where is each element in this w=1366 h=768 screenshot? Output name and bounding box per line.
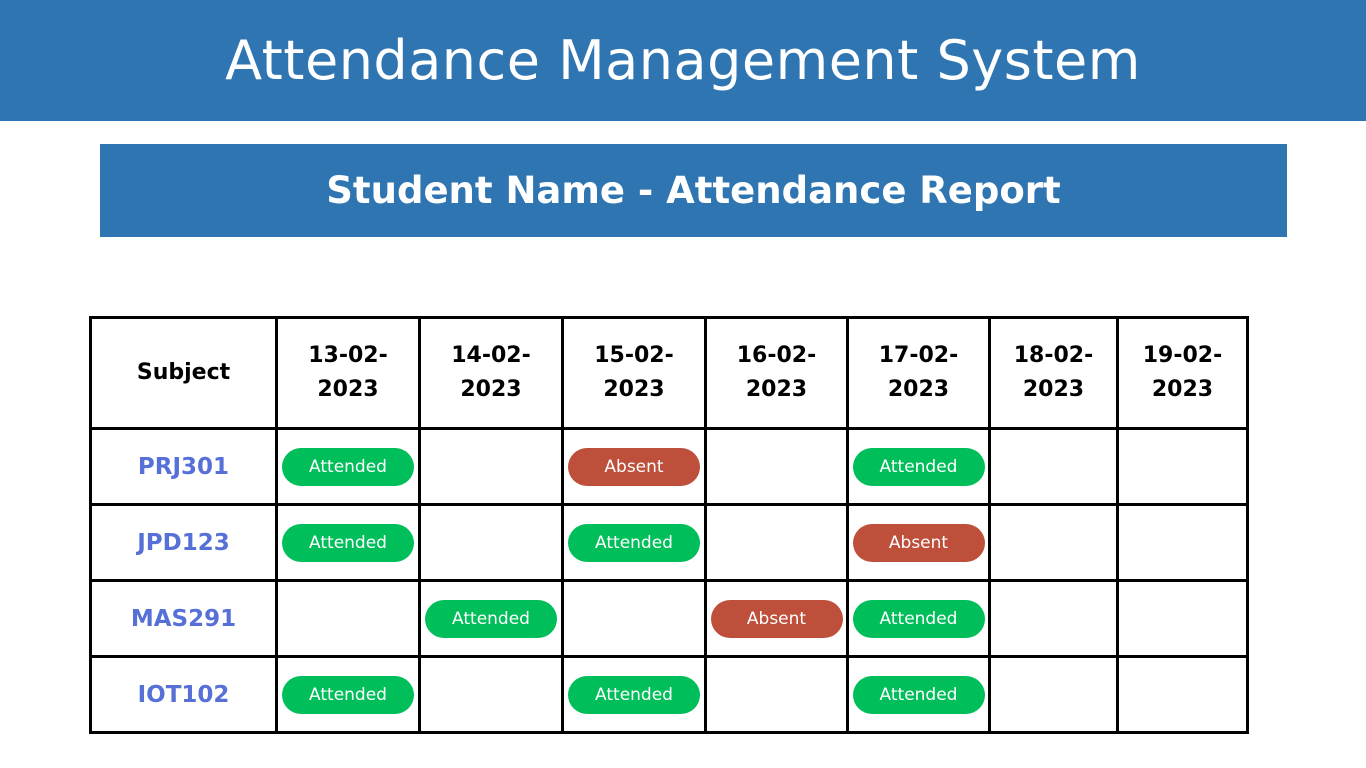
attendance-cell bbox=[988, 503, 1119, 582]
attendance-table: Subject 13-02-2023 14-02-2023 15-02-2023… bbox=[89, 316, 1249, 734]
attended-badge: Attended bbox=[852, 675, 985, 714]
date-column-header: 17-02-2023 bbox=[846, 316, 991, 430]
date-label: 14-02-2023 bbox=[451, 343, 531, 402]
app-header: Attendance Management System bbox=[0, 0, 1366, 121]
table-body: PRJ301 Attended Absent Attended JPD123 Attend… bbox=[89, 427, 1249, 734]
table-row: PRJ301 Attended Absent Attended bbox=[89, 427, 1249, 506]
attendance-cell: Absent bbox=[704, 579, 849, 658]
attended-badge: Attended bbox=[282, 523, 414, 562]
table-row: JPD123 Attended Attended Absent bbox=[89, 503, 1249, 582]
attendance-cell: Attended bbox=[275, 503, 421, 582]
attendance-cell bbox=[704, 427, 849, 506]
report-title: Student Name - Attendance Report bbox=[326, 169, 1061, 212]
attended-badge: Attended bbox=[282, 447, 414, 486]
attendance-cell: Attended bbox=[561, 655, 707, 734]
attendance-cell: Attended bbox=[275, 655, 421, 734]
date-column-header: 15-02-2023 bbox=[561, 316, 707, 430]
absent-badge: Absent bbox=[568, 447, 700, 486]
subject-column-header: Subject bbox=[89, 316, 278, 430]
attendance-cell bbox=[1116, 655, 1249, 734]
attendance-cell: Attended bbox=[846, 579, 991, 658]
attendance-cell: Attended bbox=[275, 427, 421, 506]
attendance-cell bbox=[561, 579, 707, 658]
subject-cell: MAS291 bbox=[89, 579, 278, 658]
date-label: 17-02-2023 bbox=[878, 343, 959, 402]
attendance-cell: Attended bbox=[561, 503, 707, 582]
date-label: 18-02-2023 bbox=[1013, 343, 1094, 402]
table-header-row: Subject 13-02-2023 14-02-2023 15-02-2023… bbox=[89, 316, 1249, 430]
attended-badge: Attended bbox=[282, 675, 414, 714]
date-label: 15-02-2023 bbox=[594, 343, 674, 402]
subject-cell: IOT102 bbox=[89, 655, 278, 734]
attendance-cell: Absent bbox=[561, 427, 707, 506]
attendance-cell bbox=[275, 579, 421, 658]
attendance-cell bbox=[1116, 503, 1249, 582]
attended-badge: Attended bbox=[852, 447, 985, 486]
attendance-cell bbox=[1116, 579, 1249, 658]
attendance-cell: Absent bbox=[846, 503, 991, 582]
subject-cell: PRJ301 bbox=[89, 427, 278, 506]
attendance-cell bbox=[988, 655, 1119, 734]
date-label: 19-02-2023 bbox=[1142, 343, 1223, 402]
attended-badge: Attended bbox=[425, 599, 557, 638]
attendance-cell bbox=[704, 503, 849, 582]
date-label: 13-02-2023 bbox=[308, 343, 388, 402]
attendance-cell bbox=[988, 579, 1119, 658]
attendance-cell bbox=[418, 655, 564, 734]
date-column-header: 18-02-2023 bbox=[988, 316, 1119, 430]
table-row: MAS291 Attended Absent Attended bbox=[89, 579, 1249, 658]
subject-cell: JPD123 bbox=[89, 503, 278, 582]
attended-badge: Attended bbox=[852, 599, 985, 638]
date-label: 16-02-2023 bbox=[736, 343, 817, 402]
attendance-cell: Attended bbox=[418, 579, 564, 658]
attended-badge: Attended bbox=[568, 523, 700, 562]
attendance-cell bbox=[1116, 427, 1249, 506]
report-banner: Student Name - Attendance Report bbox=[100, 144, 1287, 237]
absent-badge: Absent bbox=[852, 523, 985, 562]
date-column-header: 19-02-2023 bbox=[1116, 316, 1249, 430]
attendance-cell: Attended bbox=[846, 427, 991, 506]
date-column-header: 14-02-2023 bbox=[418, 316, 564, 430]
absent-badge: Absent bbox=[710, 599, 843, 638]
date-column-header: 16-02-2023 bbox=[704, 316, 849, 430]
attendance-cell: Attended bbox=[846, 655, 991, 734]
attendance-cell bbox=[418, 427, 564, 506]
attended-badge: Attended bbox=[568, 675, 700, 714]
attendance-cell bbox=[988, 427, 1119, 506]
attendance-cell bbox=[704, 655, 849, 734]
date-column-header: 13-02-2023 bbox=[275, 316, 421, 430]
table-row: IOT102 Attended Attended Attended bbox=[89, 655, 1249, 734]
app-title: Attendance Management System bbox=[225, 29, 1141, 92]
attendance-cell bbox=[418, 503, 564, 582]
